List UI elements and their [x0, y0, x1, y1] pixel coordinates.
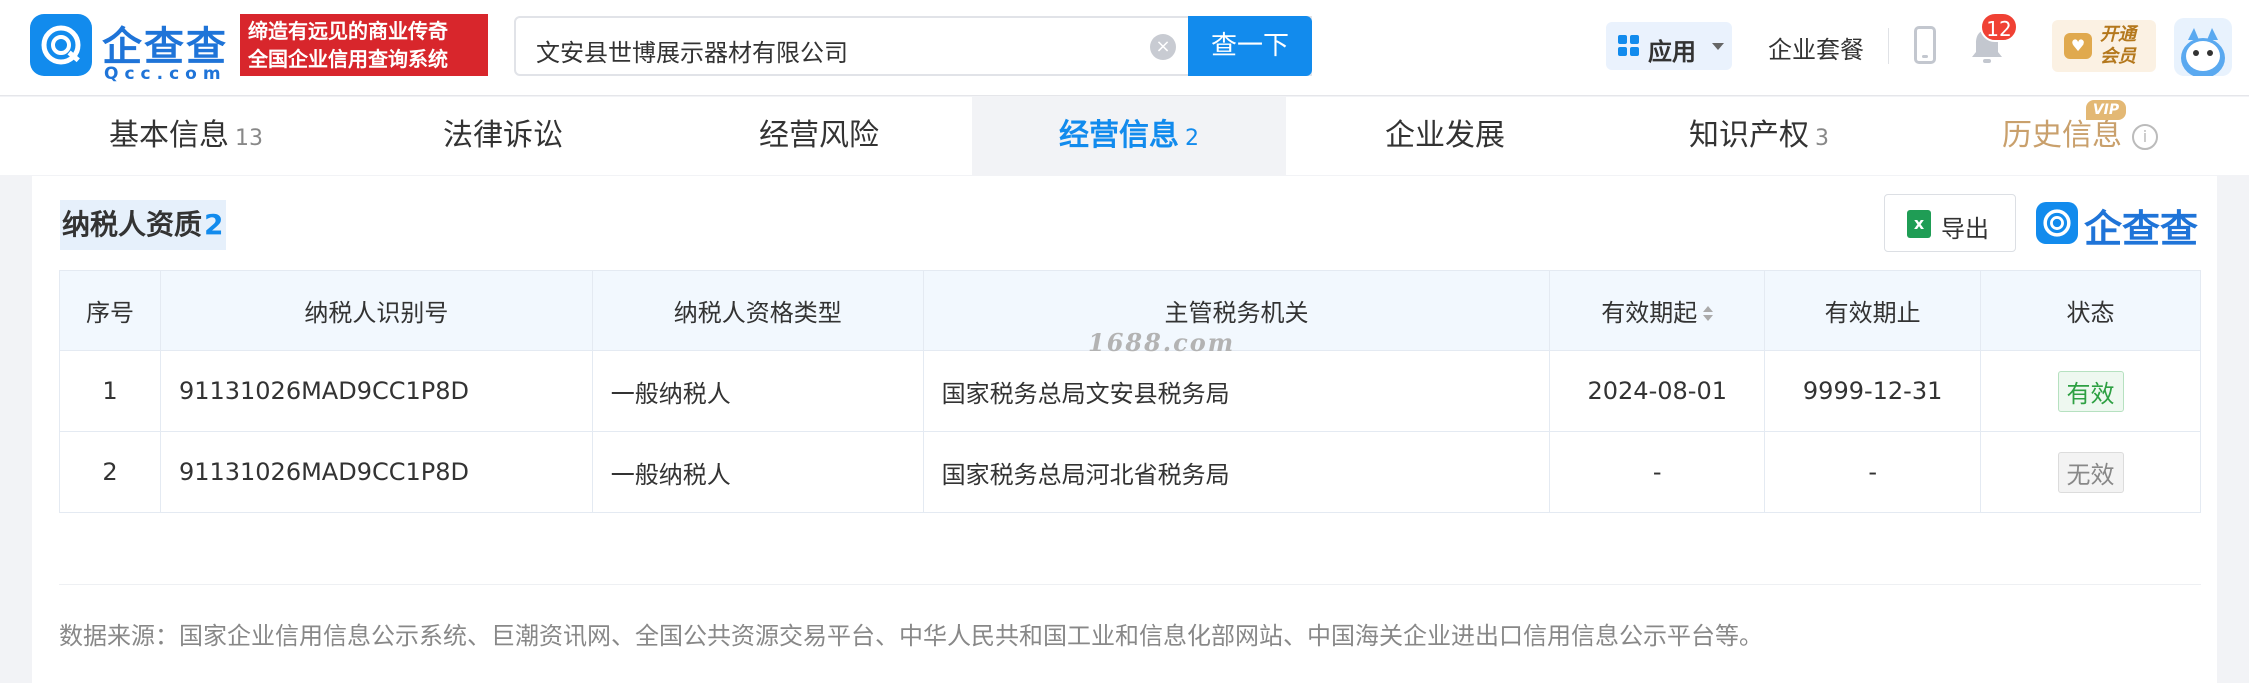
divider: [59, 584, 2201, 585]
cell-valid-to: -: [1764, 431, 1982, 513]
tab-label: 经营风险: [759, 118, 879, 153]
grid-icon: [1618, 35, 1640, 57]
tab-history[interactable]: 历史信息 i: [1960, 97, 2200, 175]
top-header: 企查查 Qcc.com 缔造有远见的商业传奇 全国企业信用查询系统 文安县世博展…: [0, 0, 2249, 96]
col-header-index: 序号: [59, 270, 161, 351]
col-header-valid-to: 有效期止: [1764, 270, 1982, 351]
slogan-line-2: 全国企业信用查询系统: [248, 47, 448, 71]
apps-label: 应用: [1648, 38, 1696, 66]
cell-taxpayer-id: 91131026MAD9CC1P8D: [159, 431, 593, 513]
col-header-tax-authority: 主管税务机关: [922, 270, 1551, 351]
brand-watermark-logo: 企查查: [2036, 198, 2206, 251]
tab-ip[interactable]: 知识产权 3: [1636, 97, 1882, 175]
taxpayer-table: 序号 纳税人识别号 纳税人资格类型 主管税务机关 有效期起 有效期止 状态 1 …: [59, 270, 2201, 513]
export-button[interactable]: x 导出: [1884, 194, 2016, 252]
site-logo[interactable]: 企查查 Qcc.com: [30, 14, 240, 84]
avatar[interactable]: [2174, 18, 2232, 76]
export-label: 导出: [1941, 215, 1989, 243]
cell-valid-from: 2024-08-01: [1549, 350, 1766, 432]
cell-index: 2: [59, 431, 161, 513]
enterprise-package-link[interactable]: 企业套餐: [1768, 30, 1864, 65]
col-header-valid-from-label: 有效期起: [1601, 299, 1698, 327]
tab-label: 企业发展: [1385, 118, 1505, 153]
tab-count: 3: [1815, 126, 1829, 151]
cell-taxpayer-id: 91131026MAD9CC1P8D: [159, 350, 593, 432]
tab-count: 2: [1185, 126, 1199, 151]
chevron-down-icon: [1712, 43, 1724, 50]
search-value: 文安县世博展示器材有限公司: [536, 39, 848, 67]
data-source-note: 数据来源：国家企业信用信息公示系统、巨潮资讯网、全国公共资源交易平台、中华人民共…: [59, 622, 1763, 650]
tab-legal[interactable]: 法律诉讼: [388, 97, 618, 175]
vip-label-line-2: 会员: [2100, 46, 2136, 67]
open-vip-button[interactable]: ♥ 开通 会员: [2052, 20, 2156, 72]
watermark-text: 1688.com: [1088, 328, 1236, 357]
clear-icon[interactable]: ×: [1150, 34, 1176, 60]
cell-tax-authority[interactable]: 国家税务总局河北省税务局: [922, 431, 1551, 513]
status-badge: 无效: [2057, 451, 2124, 493]
apps-dropdown[interactable]: 应用: [1606, 22, 1732, 70]
search-button[interactable]: 查一下: [1188, 16, 1312, 76]
tab-development[interactable]: 企业发展: [1330, 97, 1560, 175]
mobile-app-icon[interactable]: [1914, 26, 1936, 64]
col-header-status: 状态: [1980, 270, 2201, 351]
notification-badge: 12: [1980, 12, 2018, 42]
vip-heart-icon: ♥: [2064, 33, 2092, 59]
tab-label: 经营信息: [1059, 118, 1179, 153]
vip-label: 开通 会员: [2100, 24, 2136, 68]
cell-index: 1: [59, 350, 161, 432]
col-header-qualification-type: 纳税人资格类型: [591, 270, 924, 351]
header-divider: [1888, 28, 1889, 64]
info-icon[interactable]: i: [2132, 123, 2158, 150]
col-header-valid-from[interactable]: 有效期起: [1549, 270, 1766, 351]
section-count: 2: [204, 208, 224, 241]
tab-count: 13: [235, 126, 263, 151]
tab-basic-info[interactable]: 基本信息 13: [60, 97, 312, 175]
cell-valid-to: 9999-12-31: [1764, 350, 1982, 432]
section-title: 纳税人资质2: [60, 200, 226, 250]
tab-business-info[interactable]: 经营信息 2: [972, 97, 1286, 175]
cell-qualification-type: 一般纳税人: [591, 350, 924, 432]
section-title-text: 纳税人资质: [62, 208, 203, 241]
taxpayer-qualification-panel: 纳税人资质2 x 导出 企查查 序号 纳税人识别号 纳税人资格类型 主管税务机关…: [32, 176, 2217, 683]
tab-label: 知识产权: [1689, 118, 1809, 153]
logo-badge-icon: [30, 14, 92, 76]
tab-label: 法律诉讼: [443, 118, 563, 153]
cell-status: 无效: [1980, 431, 2201, 513]
tab-label: 历史信息: [2002, 118, 2122, 153]
slogan-line-1: 缔造有远见的商业传奇: [248, 19, 448, 43]
status-badge: 有效: [2057, 370, 2124, 412]
company-tabs: 基本信息 13 法律诉讼 经营风险 经营信息 2 企业发展 知识产权 3 历史信息 i: [0, 97, 2249, 175]
vip-label-line-1: 开通: [2100, 24, 2136, 45]
logo-badge-icon: [2036, 202, 2078, 244]
table-row: 2 91131026MAD9CC1P8D 一般纳税人 国家税务总局河北省税务局 …: [59, 431, 2201, 513]
cell-tax-authority[interactable]: 国家税务总局文安县税务局: [922, 350, 1551, 432]
brand-text: 企查查: [2084, 207, 2199, 251]
sort-icon[interactable]: [1703, 305, 1714, 323]
vip-flag: VIP: [2086, 100, 2126, 120]
tab-label: 基本信息: [109, 118, 229, 153]
excel-icon: x: [1907, 210, 1931, 238]
col-header-taxpayer-id: 纳税人识别号: [159, 270, 593, 351]
logo-domain: Qcc.com: [104, 64, 227, 84]
cell-qualification-type: 一般纳税人: [591, 431, 924, 513]
slogan-banner: 缔造有远见的商业传奇 全国企业信用查询系统: [240, 14, 488, 76]
table-row: 1 91131026MAD9CC1P8D 一般纳税人 国家税务总局文安县税务局 …: [59, 350, 2201, 432]
cell-status: 有效: [1980, 350, 2201, 432]
tab-business-risk[interactable]: 经营风险: [704, 97, 934, 175]
cell-valid-from: -: [1549, 431, 1766, 513]
